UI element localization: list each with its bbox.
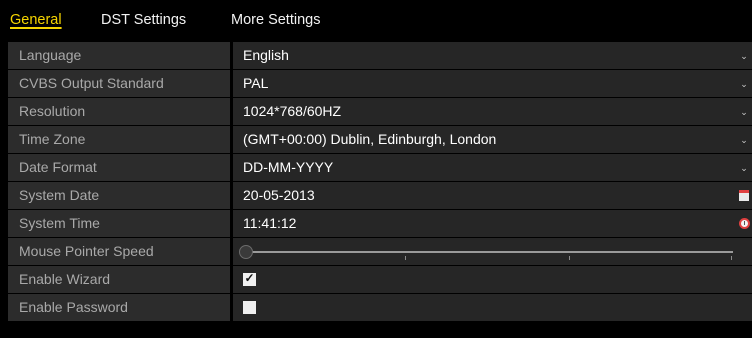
slider-handle[interactable]: [239, 245, 253, 259]
cvbs-label: CVBS Output Standard: [8, 70, 230, 97]
calendar-icon[interactable]: [739, 190, 749, 201]
system-date-value: 20-05-2013: [243, 187, 315, 203]
cvbs-row: CVBS Output Standard PAL ⌄: [8, 70, 752, 98]
timezone-select[interactable]: (GMT+00:00) Dublin, Edinburgh, London ⌄: [233, 126, 752, 153]
chevron-down-icon[interactable]: ⌄: [739, 98, 749, 125]
date-format-label: Date Format: [8, 154, 230, 181]
tab-bar: General DST Settings More Settings: [0, 0, 752, 40]
date-format-value: DD-MM-YYYY: [243, 159, 334, 175]
language-row: Language English ⌄: [8, 42, 752, 70]
clock-icon[interactable]: [739, 218, 750, 229]
enable-wizard-row: Enable Wizard ✓: [8, 266, 752, 294]
language-label: Language: [8, 42, 230, 69]
enable-wizard-label: Enable Wizard: [8, 266, 230, 293]
tab-dst-settings[interactable]: DST Settings: [101, 12, 186, 28]
resolution-select[interactable]: 1024*768/60HZ ⌄: [233, 98, 752, 125]
chevron-down-icon[interactable]: ⌄: [739, 126, 749, 153]
enable-wizard-checkbox[interactable]: ✓: [243, 271, 256, 286]
enable-password-checkbox[interactable]: [243, 301, 256, 314]
slider-track[interactable]: [245, 251, 733, 253]
tab-general[interactable]: General: [10, 12, 62, 28]
chevron-down-icon[interactable]: ⌄: [739, 42, 749, 69]
mouse-speed-row: Mouse Pointer Speed: [8, 238, 752, 266]
date-format-row: Date Format DD-MM-YYYY ⌄: [8, 154, 752, 182]
slider-tick: [731, 256, 732, 260]
check-icon: ✓: [244, 271, 255, 285]
cvbs-value: PAL: [243, 75, 269, 91]
cvbs-select[interactable]: PAL ⌄: [233, 70, 752, 97]
timezone-value: (GMT+00:00) Dublin, Edinburgh, London: [243, 131, 497, 147]
date-format-select[interactable]: DD-MM-YYYY ⌄: [233, 154, 752, 181]
enable-password-label: Enable Password: [8, 294, 230, 321]
resolution-row: Resolution 1024*768/60HZ ⌄: [8, 98, 752, 126]
language-select[interactable]: English ⌄: [233, 42, 752, 69]
tab-more-settings[interactable]: More Settings: [231, 12, 320, 28]
chevron-down-icon[interactable]: ⌄: [739, 154, 749, 181]
system-time-label: System Time: [8, 210, 230, 237]
enable-password-row: Enable Password: [8, 294, 752, 322]
resolution-value: 1024*768/60HZ: [243, 103, 342, 119]
mouse-speed-slider[interactable]: [233, 238, 752, 265]
system-time-field[interactable]: 11:41:12: [233, 210, 752, 237]
language-value: English: [243, 47, 289, 63]
enable-wizard-cell: ✓: [233, 266, 752, 293]
timezone-row: Time Zone (GMT+00:00) Dublin, Edinburgh,…: [8, 126, 752, 154]
slider-tick: [405, 256, 406, 260]
resolution-label: Resolution: [8, 98, 230, 125]
system-time-row: System Time 11:41:12: [8, 210, 752, 238]
enable-password-cell: [233, 294, 752, 321]
timezone-label: Time Zone: [8, 126, 230, 153]
system-date-field[interactable]: 20-05-2013: [233, 182, 752, 209]
system-date-label: System Date: [8, 182, 230, 209]
mouse-speed-label: Mouse Pointer Speed: [8, 238, 230, 265]
slider-tick: [569, 256, 570, 260]
system-date-row: System Date 20-05-2013: [8, 182, 752, 210]
chevron-down-icon[interactable]: ⌄: [739, 70, 749, 97]
system-time-value: 11:41:12: [243, 215, 297, 231]
